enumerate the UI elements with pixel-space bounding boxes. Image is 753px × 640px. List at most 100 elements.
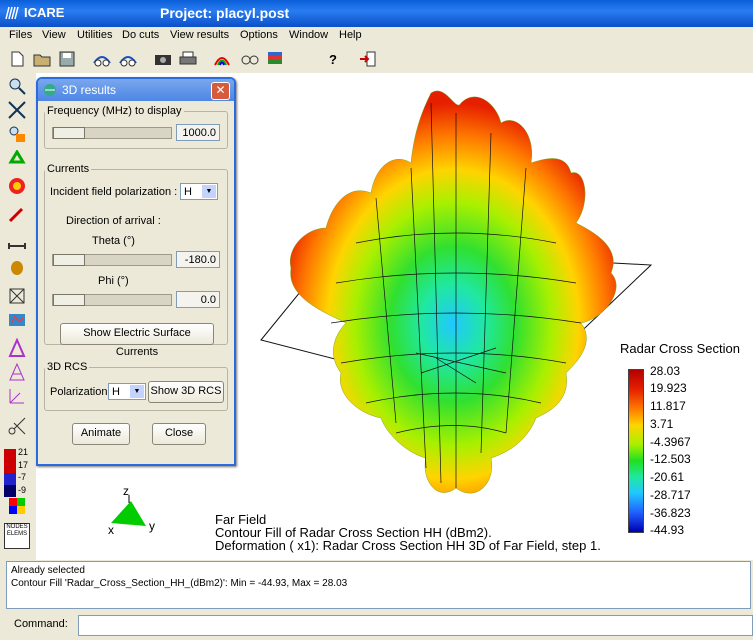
- legend-value: -28.717: [650, 488, 691, 502]
- command-row: Command:: [0, 610, 753, 640]
- legend-value: -36.823: [650, 506, 691, 520]
- menu-utilities[interactable]: Utilities: [77, 29, 112, 41]
- rcs-polarization-label: Polarization: [50, 386, 108, 398]
- wire-cube-icon[interactable]: [4, 285, 30, 307]
- theta-value[interactable]: -180.0: [176, 251, 220, 268]
- save-icon[interactable]: [57, 49, 77, 69]
- status-line-1: Already selected: [11, 565, 85, 576]
- measure-icon[interactable]: [4, 235, 30, 257]
- nodes-elems-label: NODES ELEMS: [6, 524, 28, 537]
- mini-colormap: [4, 449, 16, 497]
- menu-options[interactable]: Options: [240, 29, 278, 41]
- legend-value: -4.3967: [650, 435, 691, 449]
- axes-triad: [111, 495, 146, 526]
- dialog-title: 3D results: [62, 83, 117, 97]
- axis-z-label: z: [123, 484, 129, 498]
- dialog-title-bar[interactable]: 3D results ✕: [38, 79, 234, 101]
- scissors-icon[interactable]: [4, 415, 30, 437]
- pointer-icon[interactable]: [4, 203, 30, 225]
- menu-bar: Files View Utilities Do cuts View result…: [0, 27, 753, 45]
- camera-icon[interactable]: [153, 49, 173, 69]
- left-toolbar: 21 17 -7 -9 NODES ELEMS: [0, 73, 36, 560]
- view-rotate-left-icon[interactable]: [92, 49, 112, 69]
- 3d-results-dialog: 3D results ✕ Frequency (MHz) to display …: [36, 77, 236, 466]
- legend-value: 11.817: [650, 399, 686, 413]
- color-bar: [628, 369, 644, 533]
- legend-value: 3.71: [650, 417, 674, 431]
- show-3d-rcs-button[interactable]: Show 3D RCS: [148, 381, 224, 403]
- theta-slider-thumb[interactable]: [53, 254, 85, 266]
- mini-legend-value: 17: [18, 460, 29, 470]
- incident-polarization-select[interactable]: H ▼: [180, 183, 218, 200]
- axis-x-label: x: [108, 523, 114, 537]
- command-input[interactable]: [78, 615, 753, 636]
- status-line-2: Contour Fill 'Radar_Cross_Section_HH_(dB…: [11, 578, 348, 589]
- incident-polarization-label: Incident field polarization :: [50, 186, 178, 198]
- phi-slider[interactable]: [52, 294, 172, 306]
- glasses-icon[interactable]: [240, 49, 260, 69]
- rcs-surface: [289, 90, 617, 494]
- status-pane: Already selected Contour Fill 'Radar_Cro…: [6, 561, 751, 609]
- rcs-polarization-select[interactable]: H ▼: [108, 383, 146, 400]
- recycle-icon[interactable]: [4, 149, 30, 171]
- axis-y-label: y: [149, 519, 155, 533]
- menu-files[interactable]: Files: [9, 29, 32, 41]
- app-title: ICARE: [24, 5, 65, 20]
- show-currents-button[interactable]: Show Electric Surface Currents: [60, 323, 214, 358]
- triangle-icon[interactable]: [4, 337, 30, 359]
- axes-icon[interactable]: [4, 385, 30, 407]
- phi-value[interactable]: 0.0: [176, 291, 220, 308]
- view-rotate-right-icon[interactable]: [118, 49, 138, 69]
- incident-polarization-value: H: [184, 186, 192, 198]
- menu-help[interactable]: Help: [339, 29, 362, 41]
- project-title: Project: placyl.post: [160, 5, 290, 21]
- rcs-legend: 3D RCS: [47, 361, 88, 373]
- mini-legend-value: -7: [18, 472, 27, 482]
- caption-deformation: Deformation ( x1): Radar Cross Section H…: [215, 538, 601, 553]
- direction-label: Direction of arrival :: [66, 215, 161, 227]
- chevron-down-icon[interactable]: ▼: [202, 185, 216, 198]
- open-folder-icon[interactable]: [32, 49, 52, 69]
- exit-icon[interactable]: [358, 49, 378, 69]
- color-palette-icon[interactable]: [4, 495, 30, 517]
- frequency-value[interactable]: 1000.0: [176, 124, 220, 141]
- mini-legend-value: 21: [18, 447, 29, 457]
- legend-value: 28.03: [650, 364, 681, 378]
- rcs-polarization-value: H: [112, 386, 120, 398]
- plot-icon[interactable]: [4, 309, 30, 331]
- menu-do-cuts[interactable]: Do cuts: [122, 29, 159, 41]
- layers-icon[interactable]: [265, 49, 285, 69]
- zoom-box-icon[interactable]: [4, 123, 30, 145]
- color-shade-icon[interactable]: [4, 175, 30, 197]
- phi-slider-thumb[interactable]: [53, 294, 85, 306]
- close-icon[interactable]: ✕: [211, 82, 230, 100]
- menu-window[interactable]: Window: [289, 29, 328, 41]
- zoom-fit-icon[interactable]: [4, 99, 30, 121]
- command-label: Command:: [14, 618, 68, 630]
- new-icon[interactable]: [7, 49, 27, 69]
- help-icon[interactable]: ?: [323, 49, 343, 69]
- menu-view[interactable]: View: [42, 29, 66, 41]
- legend-value: 19.923: [650, 381, 687, 395]
- close-button[interactable]: Close: [152, 423, 206, 445]
- theta-slider[interactable]: [52, 254, 172, 266]
- chevron-down-icon[interactable]: ▼: [130, 385, 144, 398]
- animate-button[interactable]: Animate: [72, 423, 130, 445]
- legend-value: -20.61: [650, 470, 685, 484]
- app-logo-icon: [5, 6, 19, 20]
- light-icon[interactable]: [4, 257, 30, 279]
- nodes-elems-icon[interactable]: NODES ELEMS: [4, 523, 30, 549]
- dialog-logo-icon: [44, 84, 56, 96]
- triangle-outline-icon[interactable]: [4, 361, 30, 383]
- zoom-in-icon[interactable]: [4, 75, 30, 97]
- currents-legend: Currents: [47, 163, 90, 175]
- frequency-slider-thumb[interactable]: [53, 127, 85, 139]
- rainbow-icon[interactable]: [212, 49, 232, 69]
- main-toolbar: ?: [0, 45, 753, 74]
- frequency-slider[interactable]: [52, 127, 172, 139]
- theta-label: Theta (°): [92, 235, 135, 247]
- frequency-label: Frequency (MHz) to display: [47, 105, 182, 117]
- menu-view-results[interactable]: View results: [170, 29, 229, 41]
- mini-legend-value: -9: [18, 485, 27, 495]
- printer-icon[interactable]: [178, 49, 198, 69]
